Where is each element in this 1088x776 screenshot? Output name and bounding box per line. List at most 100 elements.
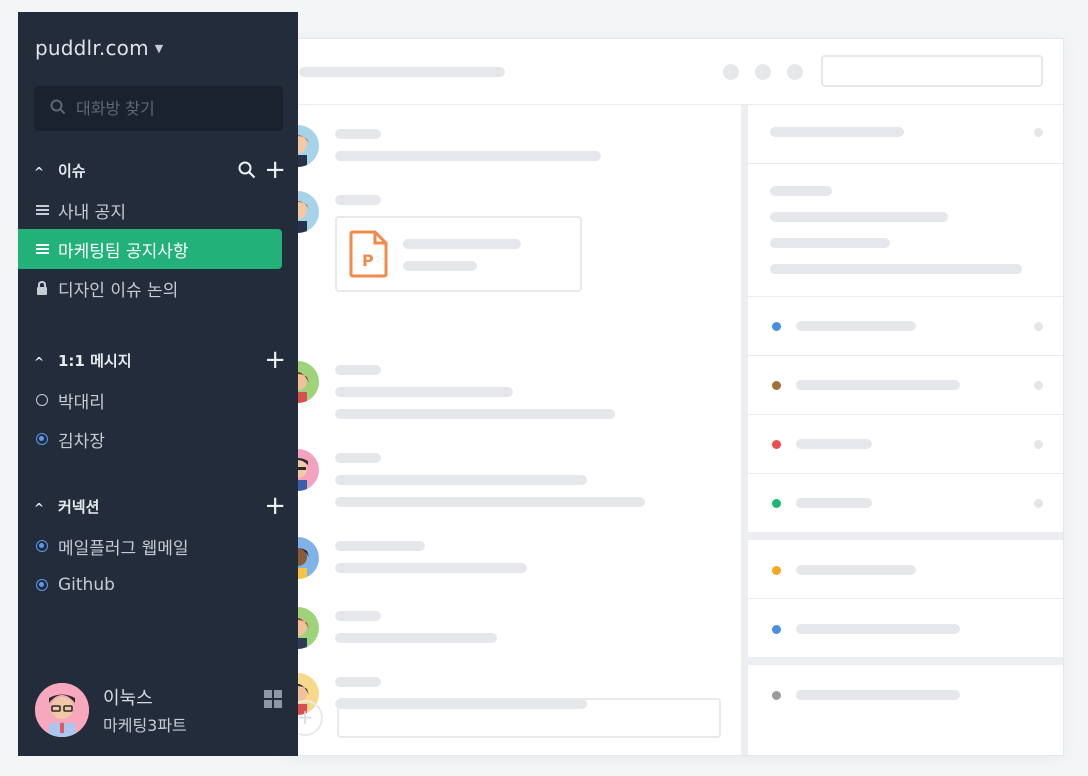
member-row[interactable] — [748, 356, 1063, 415]
sidebar-item-marketing-notice[interactable]: 마케팅팀 공지사항 — [18, 229, 282, 269]
section-connections-header[interactable]: ^ 커넥션 + — [34, 493, 286, 520]
message-text — [335, 409, 615, 419]
info-header-row — [748, 105, 1063, 164]
sidebar-item-label: 박대리 — [58, 392, 105, 413]
status-dot — [772, 691, 781, 700]
file-name — [403, 239, 521, 249]
top-search-input[interactable] — [821, 55, 1043, 87]
profile-name: 이눅스 — [103, 688, 153, 709]
section-issues-title: 이슈 — [58, 162, 86, 180]
sidebar-item-notice[interactable]: 사내 공지 — [18, 190, 282, 230]
member-row[interactable] — [748, 415, 1063, 474]
message-author — [335, 541, 425, 551]
add-connection-icon[interactable]: + — [264, 493, 286, 519]
app-window: P + — [280, 38, 1064, 756]
sidebar-item-design-issue[interactable]: 디자인 이슈 논의 — [18, 268, 282, 308]
chat-pane: P + — [281, 105, 741, 755]
avatar[interactable] — [35, 683, 89, 737]
info-description-row — [748, 164, 1063, 297]
member-row[interactable] — [748, 474, 1063, 540]
sidebar-item-label: 김차장 — [58, 431, 105, 452]
file-icon-letter: P — [362, 251, 374, 270]
sidebar-item-dm-kim[interactable]: 김차장 — [18, 419, 282, 459]
info-desc-line — [770, 186, 832, 196]
sidebar-item-label: 마케팅팀 공지사항 — [58, 241, 189, 262]
user-profile[interactable]: 이눅스 마케팅3파트 — [18, 676, 298, 756]
chevron-up-icon: ^ — [34, 501, 45, 515]
info-pane — [748, 105, 1063, 755]
top-bar — [281, 39, 1063, 105]
sidebar-item-github[interactable]: Github — [18, 565, 282, 605]
sidebar-item-label: 메일플러그 웹메일 — [58, 538, 189, 559]
member-action-dot[interactable] — [1034, 440, 1043, 449]
more-dot[interactable] — [1034, 128, 1043, 137]
message-author — [335, 611, 381, 621]
section-dm-header[interactable]: ^ 1:1 메시지 + — [34, 347, 286, 374]
message-author — [335, 677, 381, 687]
section-dm-title: 1:1 메시지 — [58, 352, 132, 370]
caret-down-icon: ▼ — [154, 42, 164, 55]
link-row[interactable] — [748, 540, 1063, 599]
chevron-up-icon: ^ — [34, 355, 45, 369]
message-text — [335, 387, 513, 397]
sidebar-item-label: Github — [58, 575, 115, 595]
status-dot — [772, 322, 781, 331]
list-icon — [34, 244, 50, 254]
message-author — [335, 453, 381, 463]
info-desc-line — [770, 212, 948, 222]
search-icon — [50, 99, 66, 115]
chevron-up-icon: ^ — [34, 165, 45, 179]
link-name — [796, 624, 960, 634]
message-text — [335, 633, 497, 643]
connection-status-icon — [34, 540, 50, 552]
member-action-dot[interactable] — [1034, 381, 1043, 390]
toolbar-icon-3[interactable] — [787, 64, 803, 80]
search-icon[interactable] — [238, 161, 256, 179]
link-name — [796, 565, 916, 575]
status-dot — [772, 440, 781, 449]
link-row[interactable] — [748, 665, 1063, 724]
toolbar-icon-1[interactable] — [723, 64, 739, 80]
message-text — [335, 497, 645, 507]
connection-status-icon — [34, 579, 50, 591]
member-name — [796, 321, 916, 331]
status-dot — [772, 625, 781, 634]
sidebar-item-dm-park[interactable]: 박대리 — [18, 380, 282, 420]
message-text — [335, 563, 527, 573]
file-size — [403, 261, 477, 271]
message-author — [335, 365, 381, 375]
section-connections-title: 커넥션 — [58, 498, 100, 516]
member-action-dot[interactable] — [1034, 499, 1043, 508]
workspace-switcher[interactable]: puddlr.com ▼ — [35, 36, 163, 60]
member-name — [796, 380, 960, 390]
info-desc-line — [770, 238, 890, 248]
message-input[interactable] — [337, 698, 721, 738]
lock-icon — [34, 281, 50, 295]
member-row[interactable] — [748, 297, 1063, 356]
add-dm-icon[interactable]: + — [264, 347, 286, 373]
member-name — [796, 439, 872, 449]
sidebar: puddlr.com ▼ ^ 이슈 + 사내 공지 마케팅팀 공지사항 디자인 이슈… — [18, 12, 298, 756]
member-name — [796, 498, 872, 508]
message-author — [335, 129, 381, 139]
apps-grid-icon[interactable] — [264, 690, 282, 708]
workspace-name: puddlr.com — [35, 36, 149, 60]
member-action-dot[interactable] — [1034, 322, 1043, 331]
room-search[interactable] — [34, 86, 283, 131]
profile-team: 마케팅3파트 — [103, 716, 187, 735]
pane-divider[interactable] — [741, 105, 748, 755]
add-issue-icon[interactable]: + — [264, 157, 286, 183]
message-text — [335, 151, 601, 161]
room-search-input[interactable] — [76, 86, 276, 131]
status-dot — [772, 499, 781, 508]
file-attachment[interactable]: P — [335, 216, 582, 292]
status-online-icon — [34, 433, 50, 445]
sidebar-item-label: 디자인 이슈 논의 — [58, 280, 179, 301]
status-dot — [772, 566, 781, 575]
toolbar-icon-2[interactable] — [755, 64, 771, 80]
link-row[interactable] — [748, 599, 1063, 665]
status-offline-icon — [34, 394, 50, 406]
sidebar-item-webmail[interactable]: 메일플러그 웹메일 — [18, 526, 282, 566]
section-issues-header[interactable]: ^ 이슈 + — [34, 157, 286, 184]
status-dot — [772, 381, 781, 390]
